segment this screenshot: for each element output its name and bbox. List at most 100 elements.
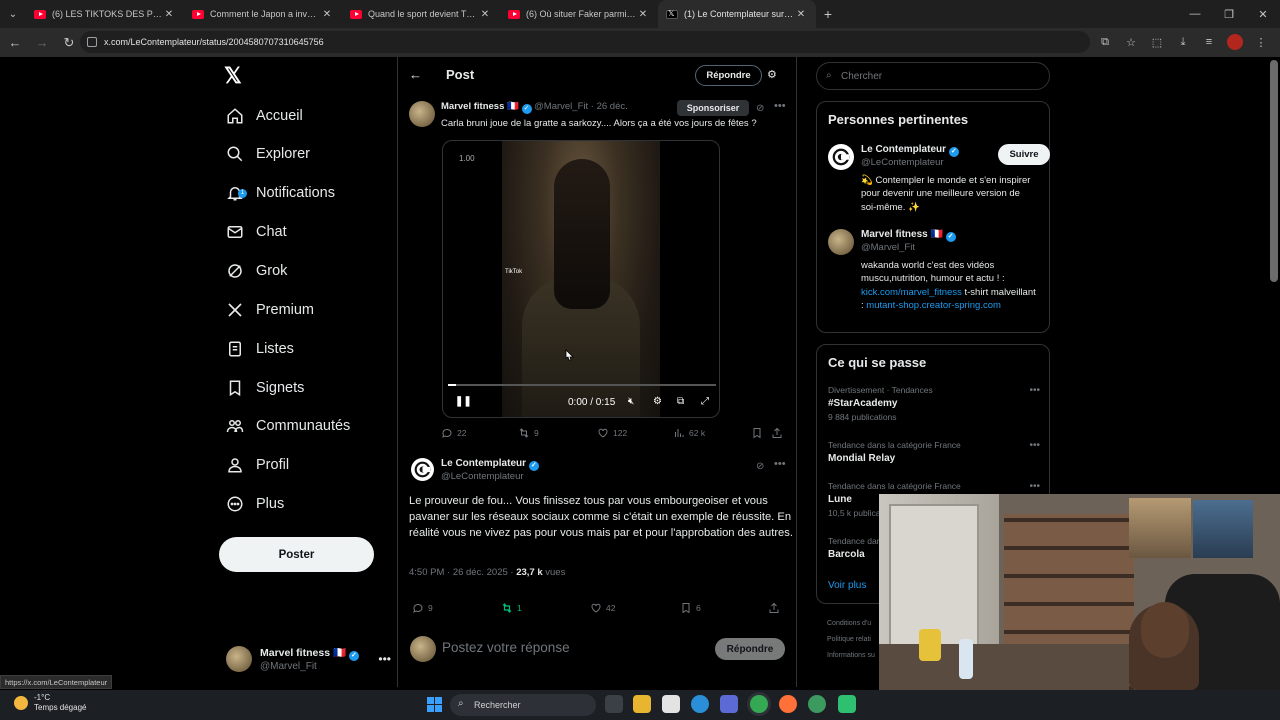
minimize-icon[interactable]: — <box>1178 0 1212 28</box>
person-name[interactable]: Marvel fitness 🇫🇷 ✓ <box>861 229 956 242</box>
trend-item[interactable]: Tendance dans la catégorie France Mondia… <box>828 440 1040 464</box>
filter-icon[interactable]: ⚙ <box>767 68 777 81</box>
nav-item-premium[interactable]: Premium <box>218 293 314 327</box>
nav-item-chat[interactable]: Chat <box>218 215 287 249</box>
x-logo-icon[interactable]: 𝕏 <box>224 63 242 89</box>
download-icon[interactable]: ⤓ <box>1172 31 1194 53</box>
fullscreen-icon[interactable]: ⤢ <box>701 396 709 407</box>
more-icon[interactable]: ••• <box>1029 440 1040 451</box>
trend-item[interactable]: Divertissement · Tendances #StarAcademy … <box>828 385 1040 422</box>
see-more-link[interactable]: Voir plus <box>828 580 866 591</box>
nav-item-more[interactable]: Plus <box>218 487 284 521</box>
browser-tab[interactable]: Quand le sport devient TOXIQU✕ <box>342 0 500 28</box>
pause-icon[interactable]: ❚❚ <box>455 396 472 407</box>
repost-action[interactable]: 9 <box>518 427 539 439</box>
firefox-icon[interactable] <box>779 695 797 713</box>
sponsored-tweet[interactable]: Marvel fitness 🇫🇷 ✓ @Marvel_Fit · 26 déc… <box>398 97 798 447</box>
task-view-icon[interactable] <box>605 695 623 713</box>
more-icon[interactable]: ••• <box>774 100 786 112</box>
close-icon[interactable]: ✕ <box>478 9 492 20</box>
reply-input[interactable]: Postez votre réponse <box>442 640 570 655</box>
reload-icon[interactable]: ↻ <box>57 31 81 55</box>
reply-submit-button[interactable]: Répondre <box>715 638 785 660</box>
avatar[interactable] <box>409 101 435 127</box>
browser-tab[interactable]: (6) Où situer Faker parmi les lég✕ <box>500 0 658 28</box>
nav-item-bookmarks[interactable]: Signets <box>218 371 304 405</box>
post-button[interactable]: Poster <box>219 537 374 572</box>
close-icon[interactable]: ✕ <box>162 9 176 20</box>
taskbar-search[interactable]: ⌕ Rechercher <box>450 694 596 716</box>
settings-icon[interactable]: ⚙ <box>653 396 662 407</box>
avatar[interactable] <box>828 144 854 170</box>
grok-icon[interactable]: ⊘ <box>756 461 764 472</box>
profile-avatar[interactable] <box>1227 34 1243 50</box>
bio-link[interactable]: kick.com/marvel_fitness <box>861 287 962 298</box>
account-switcher[interactable]: Marvel fitness 🇫🇷 ✓ @Marvel_Fit ••• <box>226 642 391 676</box>
star-icon[interactable]: ☆ <box>1120 31 1142 53</box>
share-action[interactable] <box>771 427 783 439</box>
nav-item-notifications[interactable]: 1 Notifications <box>218 176 335 210</box>
close-icon[interactable]: ✕ <box>320 9 334 20</box>
reply-action[interactable]: 22 <box>441 427 466 439</box>
extensions-icon[interactable]: ⬚ <box>1146 31 1168 53</box>
bio-link[interactable]: mutant-shop.creator-spring.com <box>866 300 1001 311</box>
edge-icon[interactable] <box>691 695 709 713</box>
menu-icon[interactable]: ⋮ <box>1250 31 1272 53</box>
more-icon[interactable]: ••• <box>1029 481 1040 492</box>
forward-icon[interactable]: → <box>30 31 54 55</box>
windows-start-icon[interactable] <box>427 697 442 712</box>
file-explorer-icon[interactable] <box>633 695 651 713</box>
reply-button[interactable]: Répondre <box>695 65 762 86</box>
pip-icon[interactable]: ⧉ <box>677 396 684 407</box>
search-input[interactable]: ⌕ Chercher <box>816 62 1050 90</box>
nav-item-profile[interactable]: Profil <box>218 448 289 482</box>
share-action[interactable] <box>768 602 780 614</box>
playback-speed[interactable]: 1.00 <box>459 154 475 163</box>
tab-search-button[interactable]: ⌄ <box>0 0 26 28</box>
notepad-icon[interactable] <box>662 695 680 713</box>
app-icon[interactable] <box>838 695 856 713</box>
reply-action[interactable]: 9 <box>412 602 433 614</box>
store-icon[interactable] <box>720 695 738 713</box>
address-bar[interactable]: x.com/LeContemplateur/status/20045807073… <box>80 31 1090 53</box>
follow-button[interactable]: Suivre <box>998 144 1050 165</box>
more-icon[interactable]: ••• <box>1029 385 1040 396</box>
bookmark-action[interactable] <box>751 427 763 439</box>
site-info-icon[interactable] <box>87 37 97 47</box>
page-scrollbar[interactable] <box>1270 60 1278 282</box>
chrome-icon[interactable] <box>750 695 768 713</box>
nav-item-explore[interactable]: Explorer <box>218 137 310 171</box>
author-handle[interactable]: @LeContemplateur <box>441 471 524 482</box>
close-window-icon[interactable]: ✕ <box>1246 0 1280 28</box>
nav-item-lists[interactable]: Listes <box>218 332 294 366</box>
video-player[interactable]: 1.00 TikTok ❚❚ 0:00 / 0:15 🔇︎ ⚙ ⧉ ⤢ <box>442 140 720 418</box>
nav-item-grok[interactable]: Grok <box>218 254 287 288</box>
maximize-icon[interactable]: ❐ <box>1212 0 1246 28</box>
sponsor-button[interactable]: Sponsoriser <box>677 100 749 116</box>
grok-icon[interactable]: ⊘ <box>756 103 764 114</box>
close-icon[interactable]: ✕ <box>794 9 808 20</box>
avatar[interactable] <box>828 229 854 255</box>
install-app-icon[interactable]: ⧉ <box>1094 31 1116 53</box>
like-action[interactable]: 42 <box>590 602 615 614</box>
browser-tab-active[interactable]: (1) Le Contemplateur sur X : "@✕ <box>658 0 816 28</box>
nav-item-communities[interactable]: Communautés <box>218 409 350 443</box>
video-progress-bar[interactable] <box>448 384 716 386</box>
nav-item-home[interactable]: Accueil <box>218 99 303 133</box>
more-icon[interactable]: ••• <box>774 458 786 470</box>
bookmark-action[interactable]: 6 <box>680 602 701 614</box>
close-icon[interactable]: ✕ <box>636 9 650 20</box>
back-icon[interactable]: ← <box>3 31 27 55</box>
new-tab-button[interactable]: + <box>816 6 840 22</box>
repost-action[interactable]: 1 <box>501 602 522 614</box>
back-arrow-icon[interactable]: ← <box>409 67 422 82</box>
like-action[interactable]: 122 <box>597 427 627 439</box>
person-name[interactable]: Le Contemplateur ✓ <box>861 144 959 157</box>
avatar[interactable] <box>411 458 434 481</box>
app-icon[interactable] <box>808 695 826 713</box>
browser-tab[interactable]: (6) LES TIKTOKS DES POLITIQUE✕ <box>26 0 184 28</box>
mute-icon[interactable]: 🔇︎ <box>628 396 634 407</box>
views-action[interactable]: 62 k <box>673 427 705 439</box>
author-name[interactable]: Le Contemplateur ✓ <box>441 458 539 471</box>
weather-widget[interactable]: -1°C Temps dégagé <box>14 693 86 713</box>
